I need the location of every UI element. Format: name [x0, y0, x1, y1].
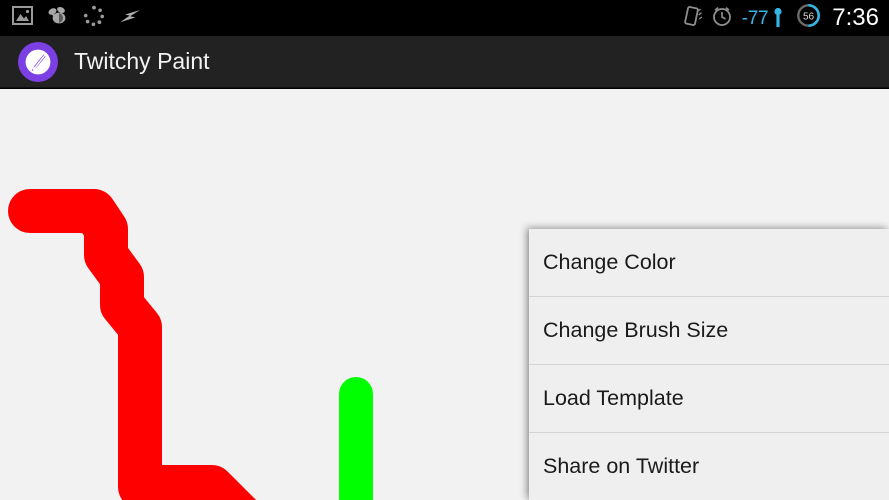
signal-strength-indicator: -77: [742, 7, 788, 29]
menu-item-change-brush-size[interactable]: Change Brush Size: [529, 297, 889, 365]
options-popup-menu[interactable]: Change Color Change Brush Size Load Temp…: [529, 229, 889, 500]
sync-dots-icon: [83, 5, 105, 32]
lightning-bolt-icon: [118, 6, 142, 31]
menu-item-label: Share on Twitter: [543, 454, 700, 479]
status-bar-clock: 7:36: [832, 4, 879, 31]
menu-item-label: Change Brush Size: [543, 317, 729, 342]
app-title: Twitchy Paint: [74, 48, 210, 74]
vibrate-icon: [681, 5, 703, 32]
signal-antenna-icon: [774, 7, 782, 27]
menu-item-label: Load Template: [543, 385, 684, 410]
status-bar-system-icons: -77 56 7:36: [681, 3, 879, 33]
screenshot-icon: [12, 6, 33, 30]
bee-icon: [46, 6, 70, 31]
menu-item-change-color[interactable]: Change Color: [529, 229, 889, 297]
signal-strength-value: -77: [741, 7, 769, 29]
menu-item-load-template[interactable]: Load Template: [529, 365, 889, 433]
status-bar: -77 56 7:36: [0, 0, 889, 36]
alarm-clock-icon: [711, 5, 733, 32]
menu-item-label: Change Color: [543, 249, 676, 274]
menu-item-share-on-twitter[interactable]: Share on Twitter: [529, 433, 889, 500]
status-bar-notification-icons: [12, 5, 142, 32]
svg-text:56: 56: [803, 11, 815, 22]
paintbrush-app-icon[interactable]: [18, 41, 58, 82]
battery-indicator: 56: [796, 3, 821, 33]
red-stroke: [8, 189, 257, 500]
app-bar: Twitchy Paint: [0, 36, 889, 88]
